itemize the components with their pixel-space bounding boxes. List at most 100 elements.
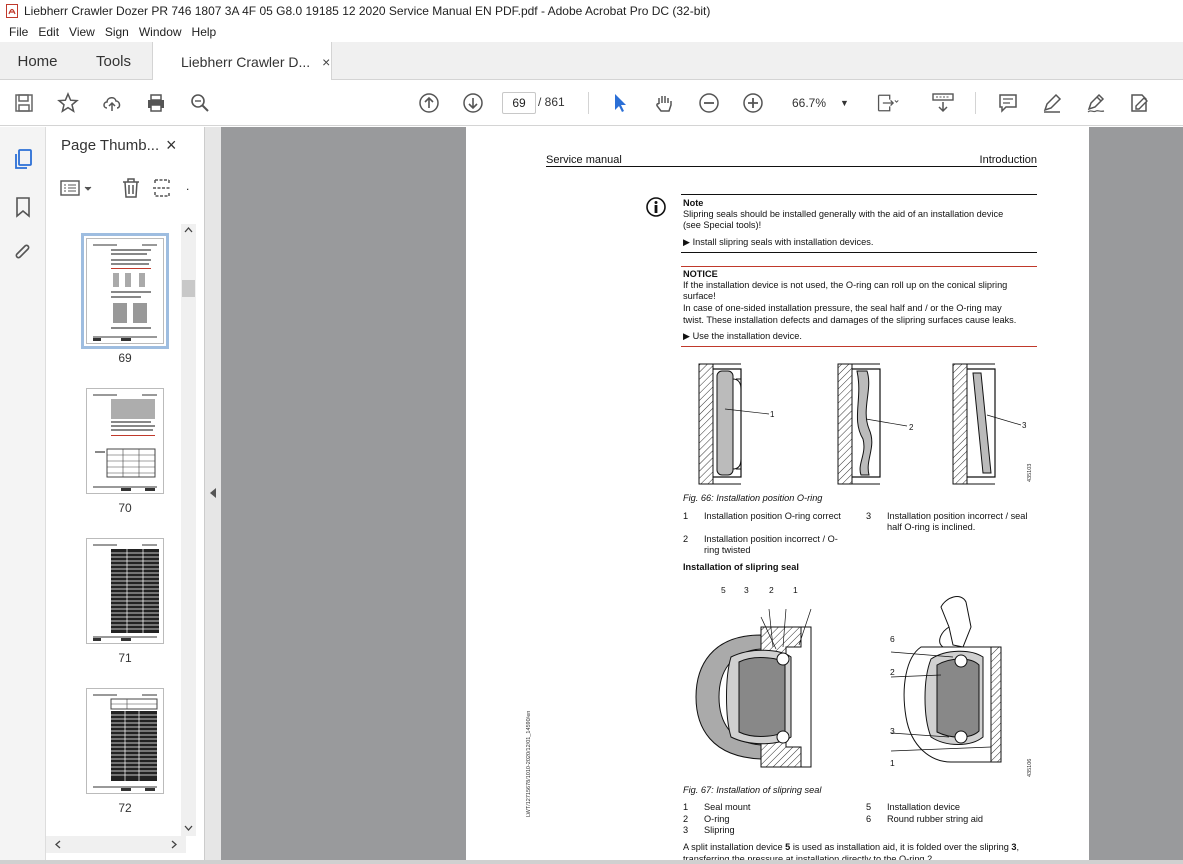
legend-text: Slipring (704, 825, 735, 835)
toolbar-divider (588, 92, 589, 114)
edit-document-icon[interactable] (1128, 91, 1152, 115)
tab-home[interactable]: Home (0, 42, 75, 80)
legend-number: 2 (683, 534, 689, 544)
hand-tool-icon[interactable] (652, 91, 676, 115)
document-canvas[interactable]: Service manual Introduction Note Sliprin… (221, 127, 1183, 864)
next-page-icon[interactable] (461, 91, 485, 115)
previous-page-icon[interactable] (417, 91, 441, 115)
thumbnail-horizontal-scrollbar[interactable] (46, 836, 186, 853)
tab-document[interactable]: Liebherr Crawler D... × (152, 42, 332, 81)
window-title: Liebherr Crawler Dozer PR 746 1807 3A 4F… (24, 4, 711, 18)
more-tools-icon[interactable]: . (186, 179, 189, 193)
page-header-left: Service manual (546, 154, 622, 166)
zoom-out-icon[interactable] (697, 91, 721, 115)
scroll-left-icon[interactable] (54, 840, 62, 849)
page-fit-icon[interactable] (876, 91, 900, 115)
comment-icon[interactable] (996, 91, 1020, 115)
page-thumbnail[interactable] (81, 233, 169, 349)
upload-cloud-icon[interactable] (100, 91, 124, 115)
menu-view[interactable]: View (64, 25, 100, 39)
chevron-down-icon: ▼ (840, 98, 849, 108)
scroll-right-icon[interactable] (170, 840, 178, 849)
page-total: / 861 (538, 95, 565, 109)
note-text: (see Special tools)! (683, 220, 762, 230)
page-thumbnail[interactable] (86, 688, 164, 794)
attachment-paperclip-icon[interactable] (11, 241, 35, 265)
page-header-right: Introduction (979, 154, 1037, 166)
legend-number: 5 (866, 802, 872, 812)
callout-label: 2 (890, 667, 895, 677)
note-title: Note (683, 198, 704, 208)
menu-sign[interactable]: Sign (100, 25, 134, 39)
menu-file[interactable]: File (4, 25, 33, 39)
title-bar: Liebherr Crawler Dozer PR 746 1807 3A 4F… (0, 0, 1183, 22)
zoom-search-icon[interactable] (188, 91, 212, 115)
bookmark-star-icon[interactable] (56, 91, 80, 115)
header-rule (546, 166, 1037, 167)
notice-bullet: ▶ Use the installation device. (683, 331, 802, 343)
notice-top-rule (681, 266, 1037, 267)
section-title: Installation of slipring seal (683, 562, 799, 572)
callout-label: 6 (890, 634, 895, 644)
page-thumbnail[interactable] (86, 538, 164, 644)
highlight-pen-icon[interactable] (1040, 91, 1064, 115)
legend-number: 1 (683, 511, 689, 521)
figure-code: 435103 (1027, 463, 1033, 482)
panel-toolbar: . (46, 171, 204, 207)
figure-oring-positions (698, 363, 1022, 485)
callout-label: 3 (890, 726, 895, 736)
save-icon[interactable] (12, 91, 36, 115)
scroll-up-icon[interactable] (184, 226, 193, 234)
status-bar (0, 860, 1183, 864)
note-bullet: ▶ Install slipring seals with installati… (683, 237, 873, 249)
page-number-input[interactable]: 69 (502, 92, 536, 114)
page-thumbnail[interactable] (86, 388, 164, 494)
thumbnail-options-icon[interactable] (60, 179, 96, 199)
print-icon[interactable] (144, 91, 168, 115)
menu-window[interactable]: Window (134, 25, 187, 39)
legend-text: Installation position incorrect / seal (887, 511, 1028, 521)
page-thumbnails-icon[interactable] (11, 147, 35, 171)
thumbnail-vertical-scrollbar[interactable] (181, 224, 196, 836)
close-panel-icon[interactable]: × (166, 135, 177, 156)
select-cursor-icon[interactable] (608, 91, 632, 115)
legend-number: 6 (866, 814, 872, 824)
extract-pages-icon[interactable] (152, 177, 176, 199)
panel-title: Page Thumb... (61, 137, 160, 154)
legend-text: O-ring (704, 814, 730, 824)
note-top-rule (681, 194, 1037, 195)
oring-correct-drawing (698, 363, 770, 485)
body-text: , (1016, 842, 1020, 852)
legend-number: 3 (866, 511, 872, 521)
sign-pen-icon[interactable] (1084, 91, 1108, 115)
scrollbar-thumb[interactable] (182, 280, 195, 297)
tab-tools[interactable]: Tools (75, 42, 152, 80)
callout-label: 2 (769, 585, 774, 595)
menu-help[interactable]: Help (187, 25, 222, 39)
thumbnail-page-number: 69 (118, 351, 132, 365)
panel-collapse-handle[interactable] (205, 127, 221, 864)
scroll-mode-icon[interactable] (931, 91, 955, 115)
thumbnail-page-number: 72 (118, 801, 132, 815)
notice-text: twist. These installation defects and da… (683, 315, 1017, 325)
callout-label: 3 (1022, 421, 1027, 430)
delete-trash-icon[interactable] (120, 177, 142, 199)
zoom-level-dropdown[interactable]: 66.7% ▼ (784, 92, 854, 114)
slipring-cross-section-drawing (695, 608, 812, 768)
oring-inclined-drawing (952, 363, 1022, 485)
zoom-in-icon[interactable] (741, 91, 765, 115)
notice-title: NOTICE (683, 269, 718, 279)
bookmark-icon[interactable] (11, 195, 35, 219)
body-paragraph: A split installation device 5 is used as… (683, 842, 1019, 854)
menu-edit[interactable]: Edit (33, 25, 64, 39)
callout-label: 1 (793, 585, 798, 595)
info-icon (646, 197, 666, 217)
toolbar: 69 / 861 66.7% ▼ (0, 80, 1183, 126)
close-tab-icon[interactable]: × (322, 54, 330, 70)
scroll-down-icon[interactable] (184, 824, 193, 832)
hand-installation-drawing (890, 596, 1002, 763)
callout-label: 1 (770, 410, 775, 419)
page-thumbnails-panel: Page Thumb... × . 69 70 71 72 (46, 127, 205, 864)
legend-number: 2 (683, 814, 689, 824)
notice-bullet-text: Use the installation device. (692, 331, 802, 341)
